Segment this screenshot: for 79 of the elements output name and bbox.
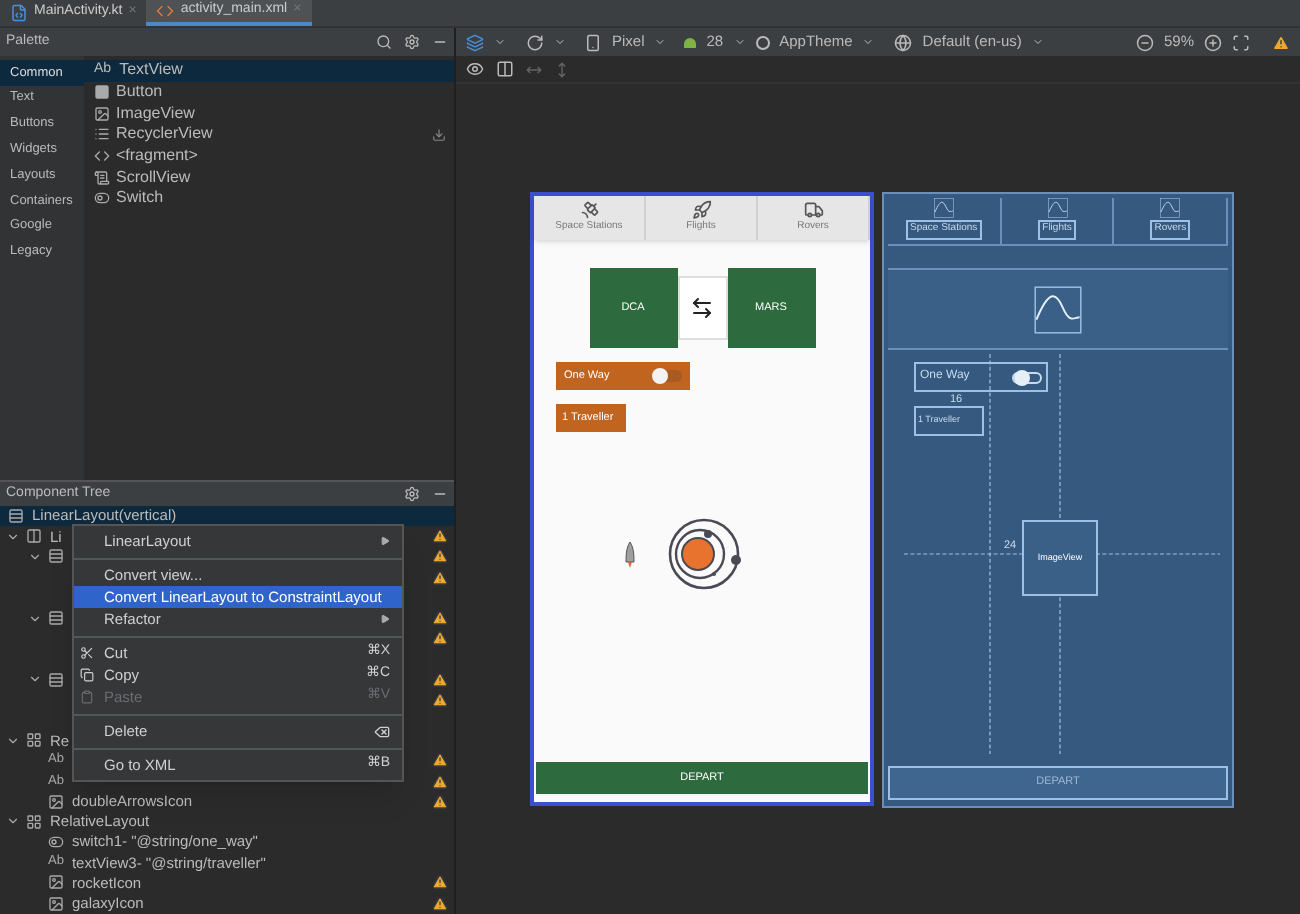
rocket-icon (691, 200, 711, 221)
linear-layout-icon (48, 610, 64, 627)
linear-layout-icon (8, 508, 24, 525)
linear-layout-icon (48, 671, 64, 688)
list-icon (94, 126, 110, 143)
rocket-drawing (624, 541, 636, 567)
caret-icon[interactable] (733, 36, 746, 48)
warning-icon[interactable] (432, 671, 448, 688)
warning-icon[interactable] (432, 610, 448, 627)
image-icon (48, 874, 64, 891)
image-placeholder-icon (1034, 285, 1082, 333)
relative-layout-icon (26, 732, 42, 749)
paste-icon (80, 690, 94, 704)
warning-icon[interactable] (432, 752, 448, 769)
delete-key-icon (374, 723, 390, 739)
warning-icon[interactable] (1272, 33, 1290, 51)
submenu-arrow-icon (380, 536, 390, 546)
warning-icon[interactable] (432, 630, 448, 647)
scroll-icon (94, 169, 110, 186)
linear-layout-icon (48, 548, 64, 565)
image-icon (94, 105, 110, 122)
caret-icon[interactable] (1031, 36, 1044, 48)
warning-icon[interactable] (432, 874, 448, 891)
image-icon (48, 895, 64, 912)
image-placeholder-icon (1158, 198, 1183, 218)
theme-icon (755, 35, 770, 49)
caret-icon[interactable] (862, 36, 875, 48)
palette-item[interactable]: Switch (84, 188, 454, 210)
caret-icon[interactable] (654, 36, 667, 48)
zoom-out-icon[interactable] (1135, 33, 1154, 51)
columns-layout-icon (26, 528, 42, 545)
button-icon (94, 84, 110, 101)
palette-item[interactable]: Button (84, 81, 454, 103)
copy-icon (80, 668, 94, 682)
vertical-arrows-icon[interactable] (554, 61, 570, 77)
rotate-icon[interactable] (526, 33, 544, 51)
palette-item[interactable]: ImageView (84, 102, 454, 125)
settings-icon[interactable] (404, 34, 420, 50)
globe-icon[interactable] (894, 33, 913, 51)
kotlin-file-icon (10, 4, 28, 22)
switch-icon (48, 834, 64, 851)
swap-arrows-icon (690, 296, 714, 320)
relative-layout-icon (26, 813, 42, 830)
image-placeholder-icon (1045, 198, 1069, 218)
galaxy-drawing (668, 516, 744, 592)
android-icon (684, 37, 697, 47)
caret-icon[interactable] (554, 36, 566, 48)
warning-icon[interactable] (432, 895, 448, 912)
layers-icon[interactable] (466, 33, 484, 51)
image-placeholder-icon (931, 198, 956, 218)
warning-icon[interactable] (432, 548, 448, 565)
eye-icon[interactable] (466, 60, 484, 78)
submenu-arrow-icon (380, 614, 390, 624)
search-icon[interactable] (376, 34, 392, 50)
download-icon[interactable] (432, 127, 446, 142)
zoom-to-fit-icon[interactable] (1232, 33, 1250, 51)
code-icon (94, 148, 110, 165)
swap-button[interactable] (677, 276, 727, 340)
warning-icon[interactable] (432, 691, 448, 708)
palette-item[interactable]: ScrollView (84, 166, 454, 189)
zoom-in-icon[interactable] (1204, 33, 1222, 51)
xml-file-icon (156, 2, 175, 20)
image-icon (48, 793, 64, 810)
satellite-icon (579, 200, 599, 221)
rover-icon (803, 200, 823, 221)
cut-icon (80, 646, 94, 660)
palette-item[interactable]: <fragment> (84, 145, 454, 167)
warning-icon[interactable] (432, 793, 448, 810)
warning-icon[interactable] (432, 528, 448, 545)
toggle-switch[interactable] (652, 370, 682, 382)
settings-icon[interactable] (404, 486, 420, 502)
toggle-switch[interactable] (1012, 371, 1042, 383)
warning-icon[interactable] (432, 773, 448, 790)
switch-icon (94, 190, 110, 207)
device-icon[interactable] (584, 33, 602, 51)
palette-item[interactable]: RecyclerView (84, 124, 454, 146)
warning-icon[interactable] (432, 569, 448, 586)
panel-split-icon[interactable] (496, 60, 514, 78)
caret-icon[interactable] (494, 36, 506, 48)
